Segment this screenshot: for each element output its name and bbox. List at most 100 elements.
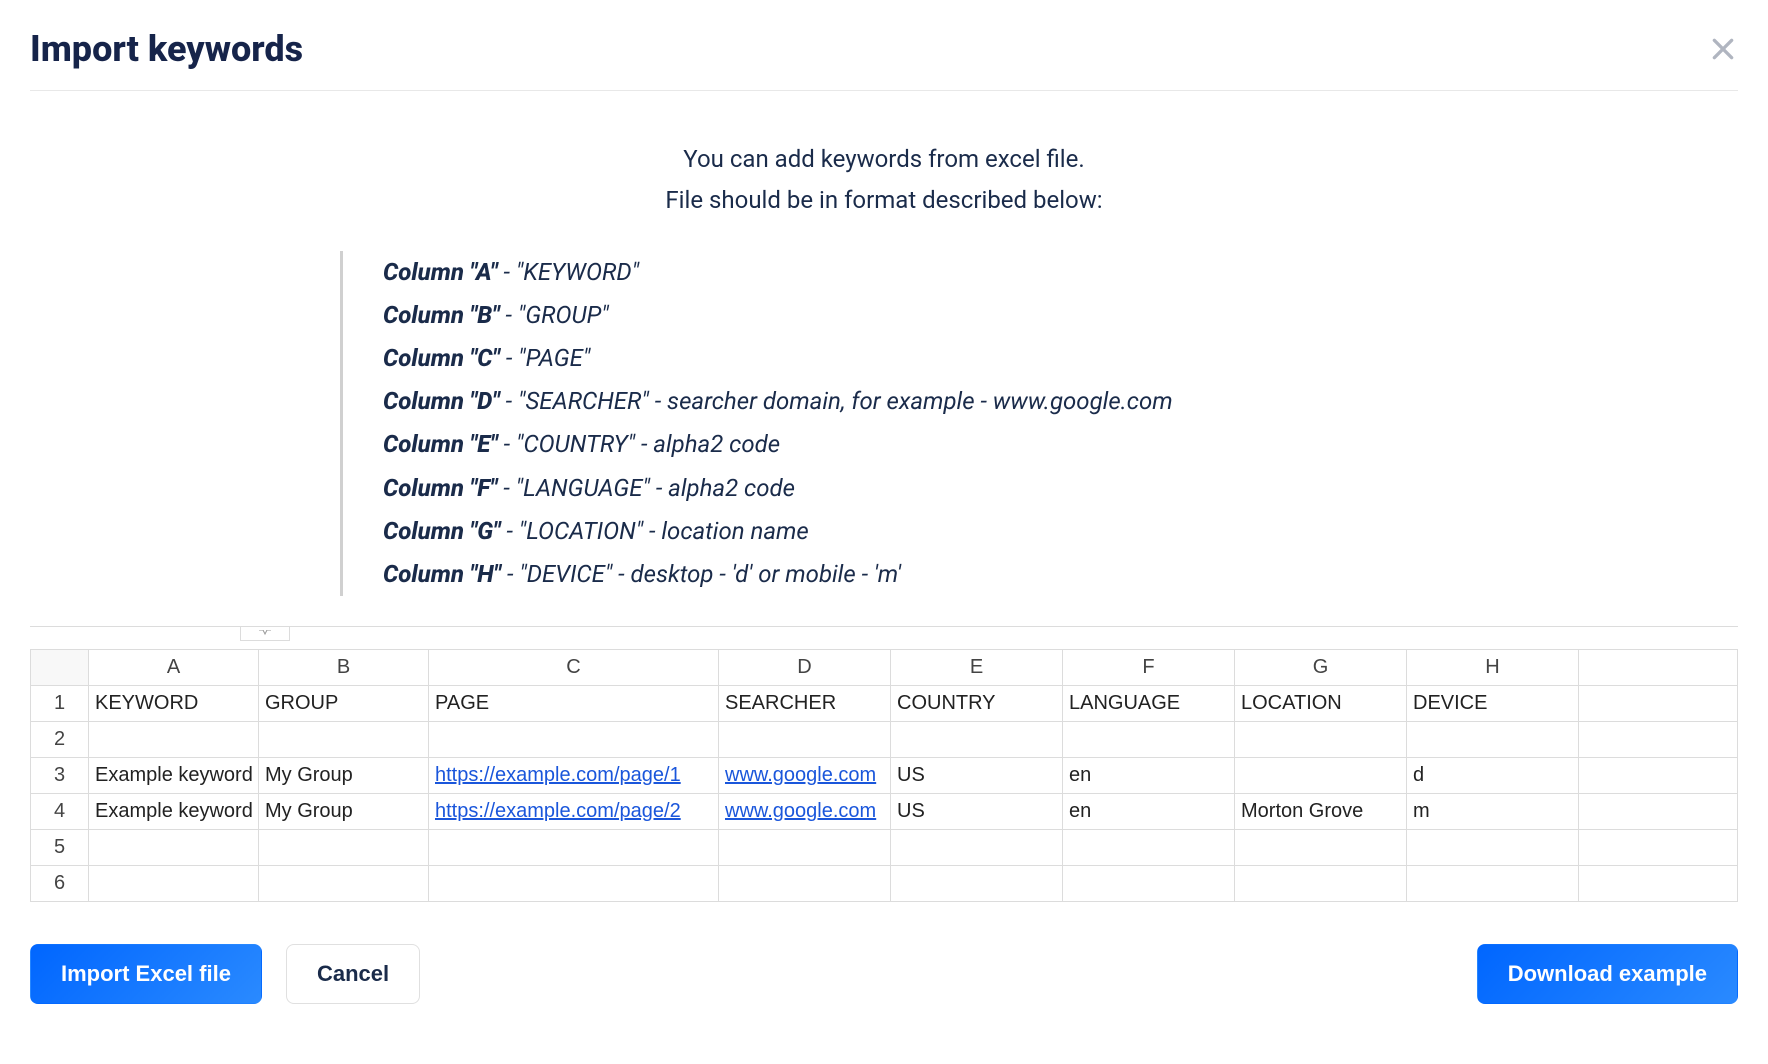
sheet-cell: https://example.com/page/1: [429, 758, 719, 794]
sheet-cell: DEVICE: [1407, 686, 1579, 722]
format-col-f: Column "F" - "LANGUAGE" - alpha2 code: [383, 467, 1173, 510]
table-row: 5: [31, 830, 1738, 866]
sheet-corner: [31, 650, 89, 686]
row-number: 6: [31, 866, 89, 902]
example-spreadsheet: A B C D E F G H 1KEYWORDGROUPPAGESEARCHE…: [30, 649, 1738, 902]
col-header-E: E: [891, 650, 1063, 686]
table-row: 4Example keywordMy Grouphttps://example.…: [31, 794, 1738, 830]
sheet-cell: [719, 830, 891, 866]
sheet-cell: [1579, 758, 1738, 794]
row-number: 3: [31, 758, 89, 794]
sheet-cell: en: [1063, 794, 1235, 830]
sheet-cell: US: [891, 758, 1063, 794]
sheet-cell: [89, 866, 259, 902]
sheet-cell: [891, 866, 1063, 902]
col-header-A: A: [89, 650, 259, 686]
sheet-cell: [89, 830, 259, 866]
modal-content: You can add keywords from excel file. Fi…: [30, 91, 1738, 902]
col-header-H: H: [1407, 650, 1579, 686]
sheet-cell: [719, 866, 891, 902]
format-col-c: Column "C" - "PAGE": [383, 337, 1173, 380]
row-number: 5: [31, 830, 89, 866]
format-col-a: Column "A" - "KEYWORD": [383, 251, 1173, 294]
sheet-cell: GROUP: [259, 686, 429, 722]
format-description: Column "A" - "KEYWORD" Column "B" - "GRO…: [340, 251, 1173, 597]
intro-text: You can add keywords from excel file. Fi…: [665, 139, 1102, 221]
table-row: 1KEYWORDGROUPPAGESEARCHERCOUNTRYLANGUAGE…: [31, 686, 1738, 722]
sheet-cell: [1063, 830, 1235, 866]
sheet-cell: [1235, 830, 1407, 866]
sheet-cell: [259, 830, 429, 866]
cancel-button[interactable]: Cancel: [286, 944, 420, 1004]
sheet-cell: [1407, 830, 1579, 866]
col-header-F: F: [1063, 650, 1235, 686]
sheet-cell: [429, 722, 719, 758]
sheet-cell: en: [1063, 758, 1235, 794]
format-col-d: Column "D" - "SEARCHER" - searcher domai…: [383, 380, 1173, 423]
modal-header: Import keywords: [30, 0, 1738, 91]
sheet-cell: [1579, 794, 1738, 830]
sheet-cell: SEARCHER: [719, 686, 891, 722]
sheet-cell: [1407, 722, 1579, 758]
sheet-cell: KEYWORD: [89, 686, 259, 722]
import-keywords-modal: Import keywords You can add keywords fro…: [0, 0, 1768, 1034]
sheet-cell: LANGUAGE: [1063, 686, 1235, 722]
close-icon[interactable]: [1708, 34, 1738, 64]
sheet-link: www.google.com: [725, 800, 876, 822]
sheet-cell: [1063, 866, 1235, 902]
import-excel-button[interactable]: Import Excel file: [30, 944, 262, 1004]
sheet-cell: www.google.com: [719, 758, 891, 794]
intro-line-1: You can add keywords from excel file.: [665, 139, 1102, 180]
table-row: 2: [31, 722, 1738, 758]
sheet-cell: https://example.com/page/2: [429, 794, 719, 830]
sheet-cell: COUNTRY: [891, 686, 1063, 722]
sheet-tab-icon: [240, 627, 290, 641]
sheet-cell: [1579, 830, 1738, 866]
format-col-e: Column "E" - "COUNTRY" - alpha2 code: [383, 423, 1173, 466]
col-header-B: B: [259, 650, 429, 686]
col-header-extra: [1579, 650, 1738, 686]
sheet-cell: [1579, 866, 1738, 902]
col-header-D: D: [719, 650, 891, 686]
sheet-link: www.google.com: [725, 764, 876, 786]
sheet-cell: LOCATION: [1235, 686, 1407, 722]
sheet-cell: [429, 866, 719, 902]
sheet-cell: My Group: [259, 758, 429, 794]
sheet-cell: [1235, 758, 1407, 794]
format-col-g: Column "G" - "LOCATION" - location name: [383, 510, 1173, 553]
sheet-cell: [1235, 866, 1407, 902]
sheet-cell: m: [1407, 794, 1579, 830]
sheet-cell: [1579, 722, 1738, 758]
row-number: 1: [31, 686, 89, 722]
sheet-cell: d: [1407, 758, 1579, 794]
sheet-cell: [891, 830, 1063, 866]
sheet-cell: [719, 722, 891, 758]
sheet-cell: US: [891, 794, 1063, 830]
spreadsheet-preview: A B C D E F G H 1KEYWORDGROUPPAGESEARCHE…: [30, 626, 1738, 902]
sheet-cell: [1579, 686, 1738, 722]
sheet-cell: [1235, 722, 1407, 758]
table-row: 3Example keywordMy Group https://example.…: [31, 758, 1738, 794]
sheet-cell: Example keyword: [89, 758, 259, 794]
sheet-cell: [89, 722, 259, 758]
sheet-cell: [429, 830, 719, 866]
col-header-G: G: [1235, 650, 1407, 686]
sheet-cell: [259, 866, 429, 902]
sheet-cell: www.google.com: [719, 794, 891, 830]
sheet-cell: PAGE: [429, 686, 719, 722]
table-row: 6: [31, 866, 1738, 902]
sheet-cell: Morton Grove: [1235, 794, 1407, 830]
sheet-link: https://example.com/page/1: [435, 764, 681, 786]
download-example-button[interactable]: Download example: [1477, 944, 1738, 1004]
sheet-cell: [891, 722, 1063, 758]
sheet-cell: My Group: [259, 794, 429, 830]
row-number: 4: [31, 794, 89, 830]
row-number: 2: [31, 722, 89, 758]
page-title: Import keywords: [30, 28, 303, 70]
sheet-cell: [1063, 722, 1235, 758]
modal-actions: Import Excel file Cancel Download exampl…: [30, 902, 1738, 1004]
col-header-C: C: [429, 650, 719, 686]
intro-line-2: File should be in format described below…: [665, 180, 1102, 221]
sheet-cell: Example keyword: [89, 794, 259, 830]
sheet-cell: [259, 722, 429, 758]
